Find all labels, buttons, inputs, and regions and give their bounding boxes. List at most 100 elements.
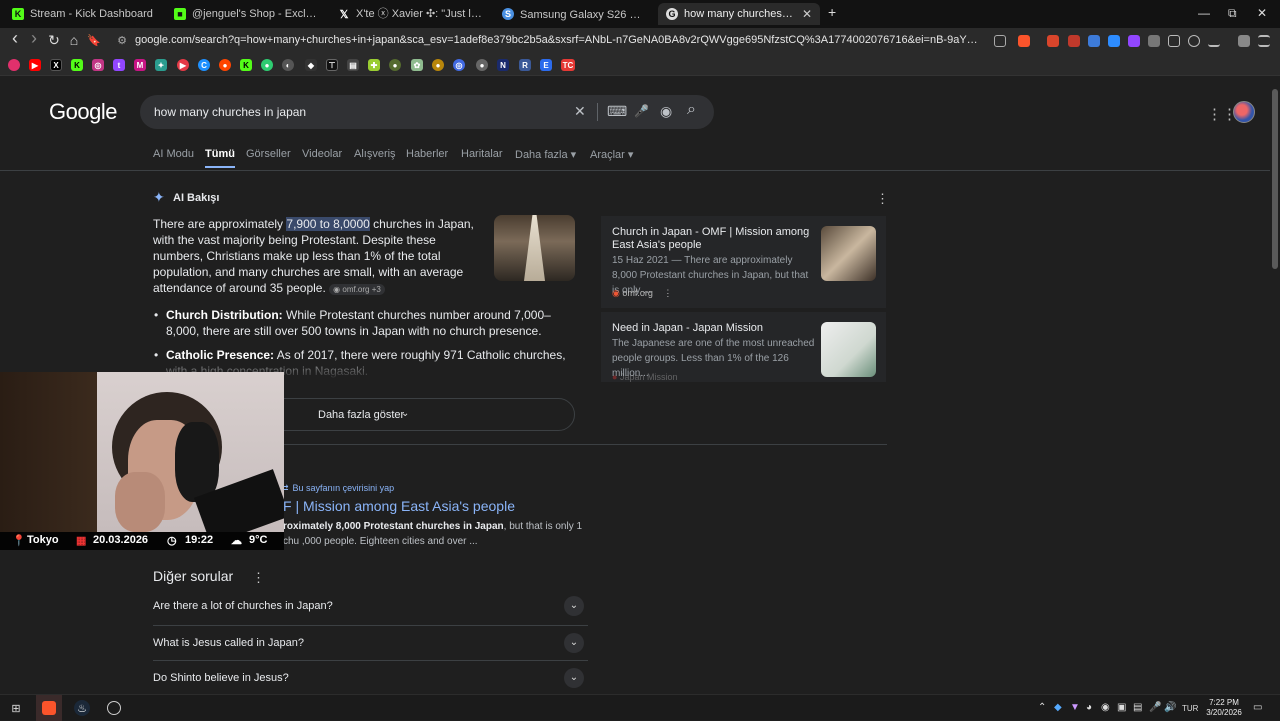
card-title[interactable]: Need in Japan - Japan Mission (612, 322, 812, 335)
bookmark-icon[interactable]: ✦ (155, 59, 167, 71)
link-icon[interactable] (1188, 35, 1200, 47)
tab-ai-mode[interactable]: AI Modu (153, 148, 194, 160)
search-icon[interactable]: ⌕ (687, 101, 696, 119)
scrollbar[interactable] (1270, 77, 1280, 694)
bookmark-icon[interactable]: ✚ (368, 59, 380, 71)
keyboard-icon[interactable]: ⌨ (607, 103, 627, 120)
bookmark-icon[interactable]: ● (476, 59, 488, 71)
language-indicator[interactable]: TUR (1182, 704, 1198, 713)
notification-icon[interactable]: ▭ (1253, 702, 1262, 713)
share-icon[interactable] (994, 35, 1006, 47)
home-icon[interactable]: ⌂ (65, 32, 83, 48)
chevron-down-icon[interactable]: ⌄ (564, 633, 584, 653)
paa-question[interactable]: Are there a lot of churches in Japan? ⌄ (153, 589, 588, 624)
bookmark-icon[interactable]: ◎ (453, 59, 465, 71)
chevron-down-icon[interactable]: ⌄ (564, 596, 584, 616)
reload-icon[interactable]: ↻ (45, 32, 63, 49)
extension-icon[interactable] (1088, 35, 1100, 47)
more-options-icon[interactable]: ⋮ (252, 570, 265, 586)
card-thumbnail[interactable] (821, 226, 876, 281)
ai-overview-image[interactable] (494, 215, 575, 281)
extension-icon[interactable] (1068, 35, 1080, 47)
tray-icon[interactable]: ▤ (1133, 702, 1142, 713)
twitch-icon[interactable]: t (113, 59, 125, 71)
search-input[interactable]: how many churches in japan (154, 105, 306, 119)
site-info-icon[interactable]: ⚙ (113, 34, 131, 47)
kick-icon[interactable]: K (71, 59, 83, 71)
tray-icon[interactable]: ▣ (1117, 702, 1126, 713)
source-card[interactable]: Church in Japan - OMF | Mission among Ea… (601, 216, 886, 308)
tab-videos[interactable]: Videolar (302, 148, 342, 160)
tab-tools[interactable]: Araçlar ▾ (590, 148, 633, 161)
tab-samsung[interactable]: S Samsung Galaxy S26 Ultra | 同時購入 (494, 3, 656, 25)
volume-icon[interactable]: 🔊 (1164, 702, 1176, 713)
discord-icon[interactable]: ◕ (1086, 702, 1092, 713)
bookmark-icon[interactable]: N (497, 59, 509, 71)
kick-icon[interactable]: K (240, 59, 252, 71)
bookmark-icon[interactable]: ● (261, 59, 273, 71)
extension-icon[interactable] (1128, 35, 1140, 47)
chevron-up-icon[interactable]: ⌃ (1038, 702, 1046, 713)
clear-icon[interactable]: ✕ (574, 103, 586, 120)
brave-shields-icon[interactable] (1018, 35, 1030, 47)
minimize-icon[interactable]: — (1198, 6, 1210, 20)
tab-news[interactable]: Haberler (406, 148, 448, 160)
tab-shopping[interactable]: Alışveriş (354, 148, 396, 160)
tab-all[interactable]: Tümü (205, 148, 235, 168)
google-logo[interactable]: Google (49, 99, 117, 125)
mic-icon[interactable]: 🎤 (1149, 702, 1161, 713)
menu-icon[interactable] (1258, 35, 1270, 47)
bookmark-icon[interactable]: ▤ (347, 59, 359, 71)
download-icon[interactable] (1208, 35, 1220, 47)
extensions-puzzle-icon[interactable] (1148, 35, 1160, 47)
tray-icon[interactable]: ◆ (1054, 702, 1062, 713)
more-options-icon[interactable]: ⋮ (876, 191, 889, 207)
tray-icon[interactable]: ▼ (1070, 702, 1080, 713)
sidebar-icon[interactable] (1168, 35, 1180, 47)
card-title[interactable]: Church in Japan - OMF | Mission among Ea… (612, 226, 812, 252)
bookmark-icon[interactable]: 🔖 (85, 34, 103, 47)
paa-question[interactable]: Do Shinto believe in Jesus? ⌄ (153, 660, 588, 694)
more-options-icon[interactable]: ⋮ (663, 288, 672, 298)
tab-images[interactable]: Görseller (246, 148, 291, 160)
card-thumbnail[interactable] (821, 322, 876, 377)
lens-icon[interactable]: ◉ (660, 103, 672, 120)
taskbar-clock[interactable]: 7:22 PM 3/20/2026 (1203, 698, 1245, 718)
media-icon[interactable] (1238, 35, 1250, 47)
bookmark-icon[interactable]: ✿ (411, 59, 423, 71)
bookmark-icon[interactable]: ▶ (177, 59, 189, 71)
youtube-icon[interactable]: ▶ (29, 59, 41, 71)
windows-start-icon[interactable]: ⊞ (8, 700, 24, 716)
x-icon[interactable]: X (50, 59, 62, 71)
card-source[interactable]: ● Japan Mission (612, 372, 677, 382)
restore-icon[interactable]: ⧉ (1228, 6, 1237, 21)
search-box[interactable]: how many churches in japan ✕ ⌨ 🎤 ◉ ⌕ (140, 95, 714, 129)
bookmark-icon[interactable]: ◆ (305, 59, 317, 71)
mic-icon[interactable]: 🎤 (634, 104, 649, 118)
card-source[interactable]: ◉ omf.org ⋮ (612, 288, 672, 299)
bookmark-icon[interactable]: TC (561, 59, 575, 71)
obs-icon[interactable] (107, 701, 121, 715)
extension-icon[interactable] (1047, 35, 1059, 47)
bookmark-icon[interactable] (8, 59, 20, 71)
bookmark-icon[interactable]: ◐ (282, 59, 294, 71)
bookmark-icon[interactable]: ● (389, 59, 401, 71)
tray-icon[interactable]: ◉ (1101, 702, 1110, 713)
tab-more[interactable]: Daha fazla ▾ (515, 148, 576, 161)
tab-google-search[interactable]: G how many churches in japan - G ✕ (658, 3, 820, 25)
close-tab-icon[interactable]: ✕ (802, 7, 812, 21)
forward-icon[interactable]: › (25, 28, 43, 49)
source-card[interactable]: Need in Japan - Japan Mission The Japane… (601, 312, 886, 382)
steam-icon[interactable]: ♨ (74, 700, 90, 716)
tab-x-post[interactable]: 𝕏 X'te ⓧ Xavier ✣: "Just look at her 🗆🗆 (330, 3, 492, 25)
brave-taskbar-icon[interactable] (36, 695, 62, 721)
source-chip[interactable]: ◉ omf.org +3 (329, 284, 385, 295)
close-window-icon[interactable]: ✕ (1257, 6, 1267, 20)
translate-link[interactable]: ⇄ Bu sayfanın çevirisini yap (281, 483, 394, 494)
bookmark-icon[interactable]: ⊤ (326, 59, 338, 71)
tab-maps[interactable]: Haritalar (461, 148, 503, 160)
tab-shop[interactable]: ■ @jenguel's Shop - Exclusive Merch & (166, 3, 326, 25)
bookmark-icon[interactable]: C (198, 59, 210, 71)
scrollbar-thumb[interactable] (1272, 89, 1278, 269)
instagram-icon[interactable]: ◎ (92, 59, 104, 71)
